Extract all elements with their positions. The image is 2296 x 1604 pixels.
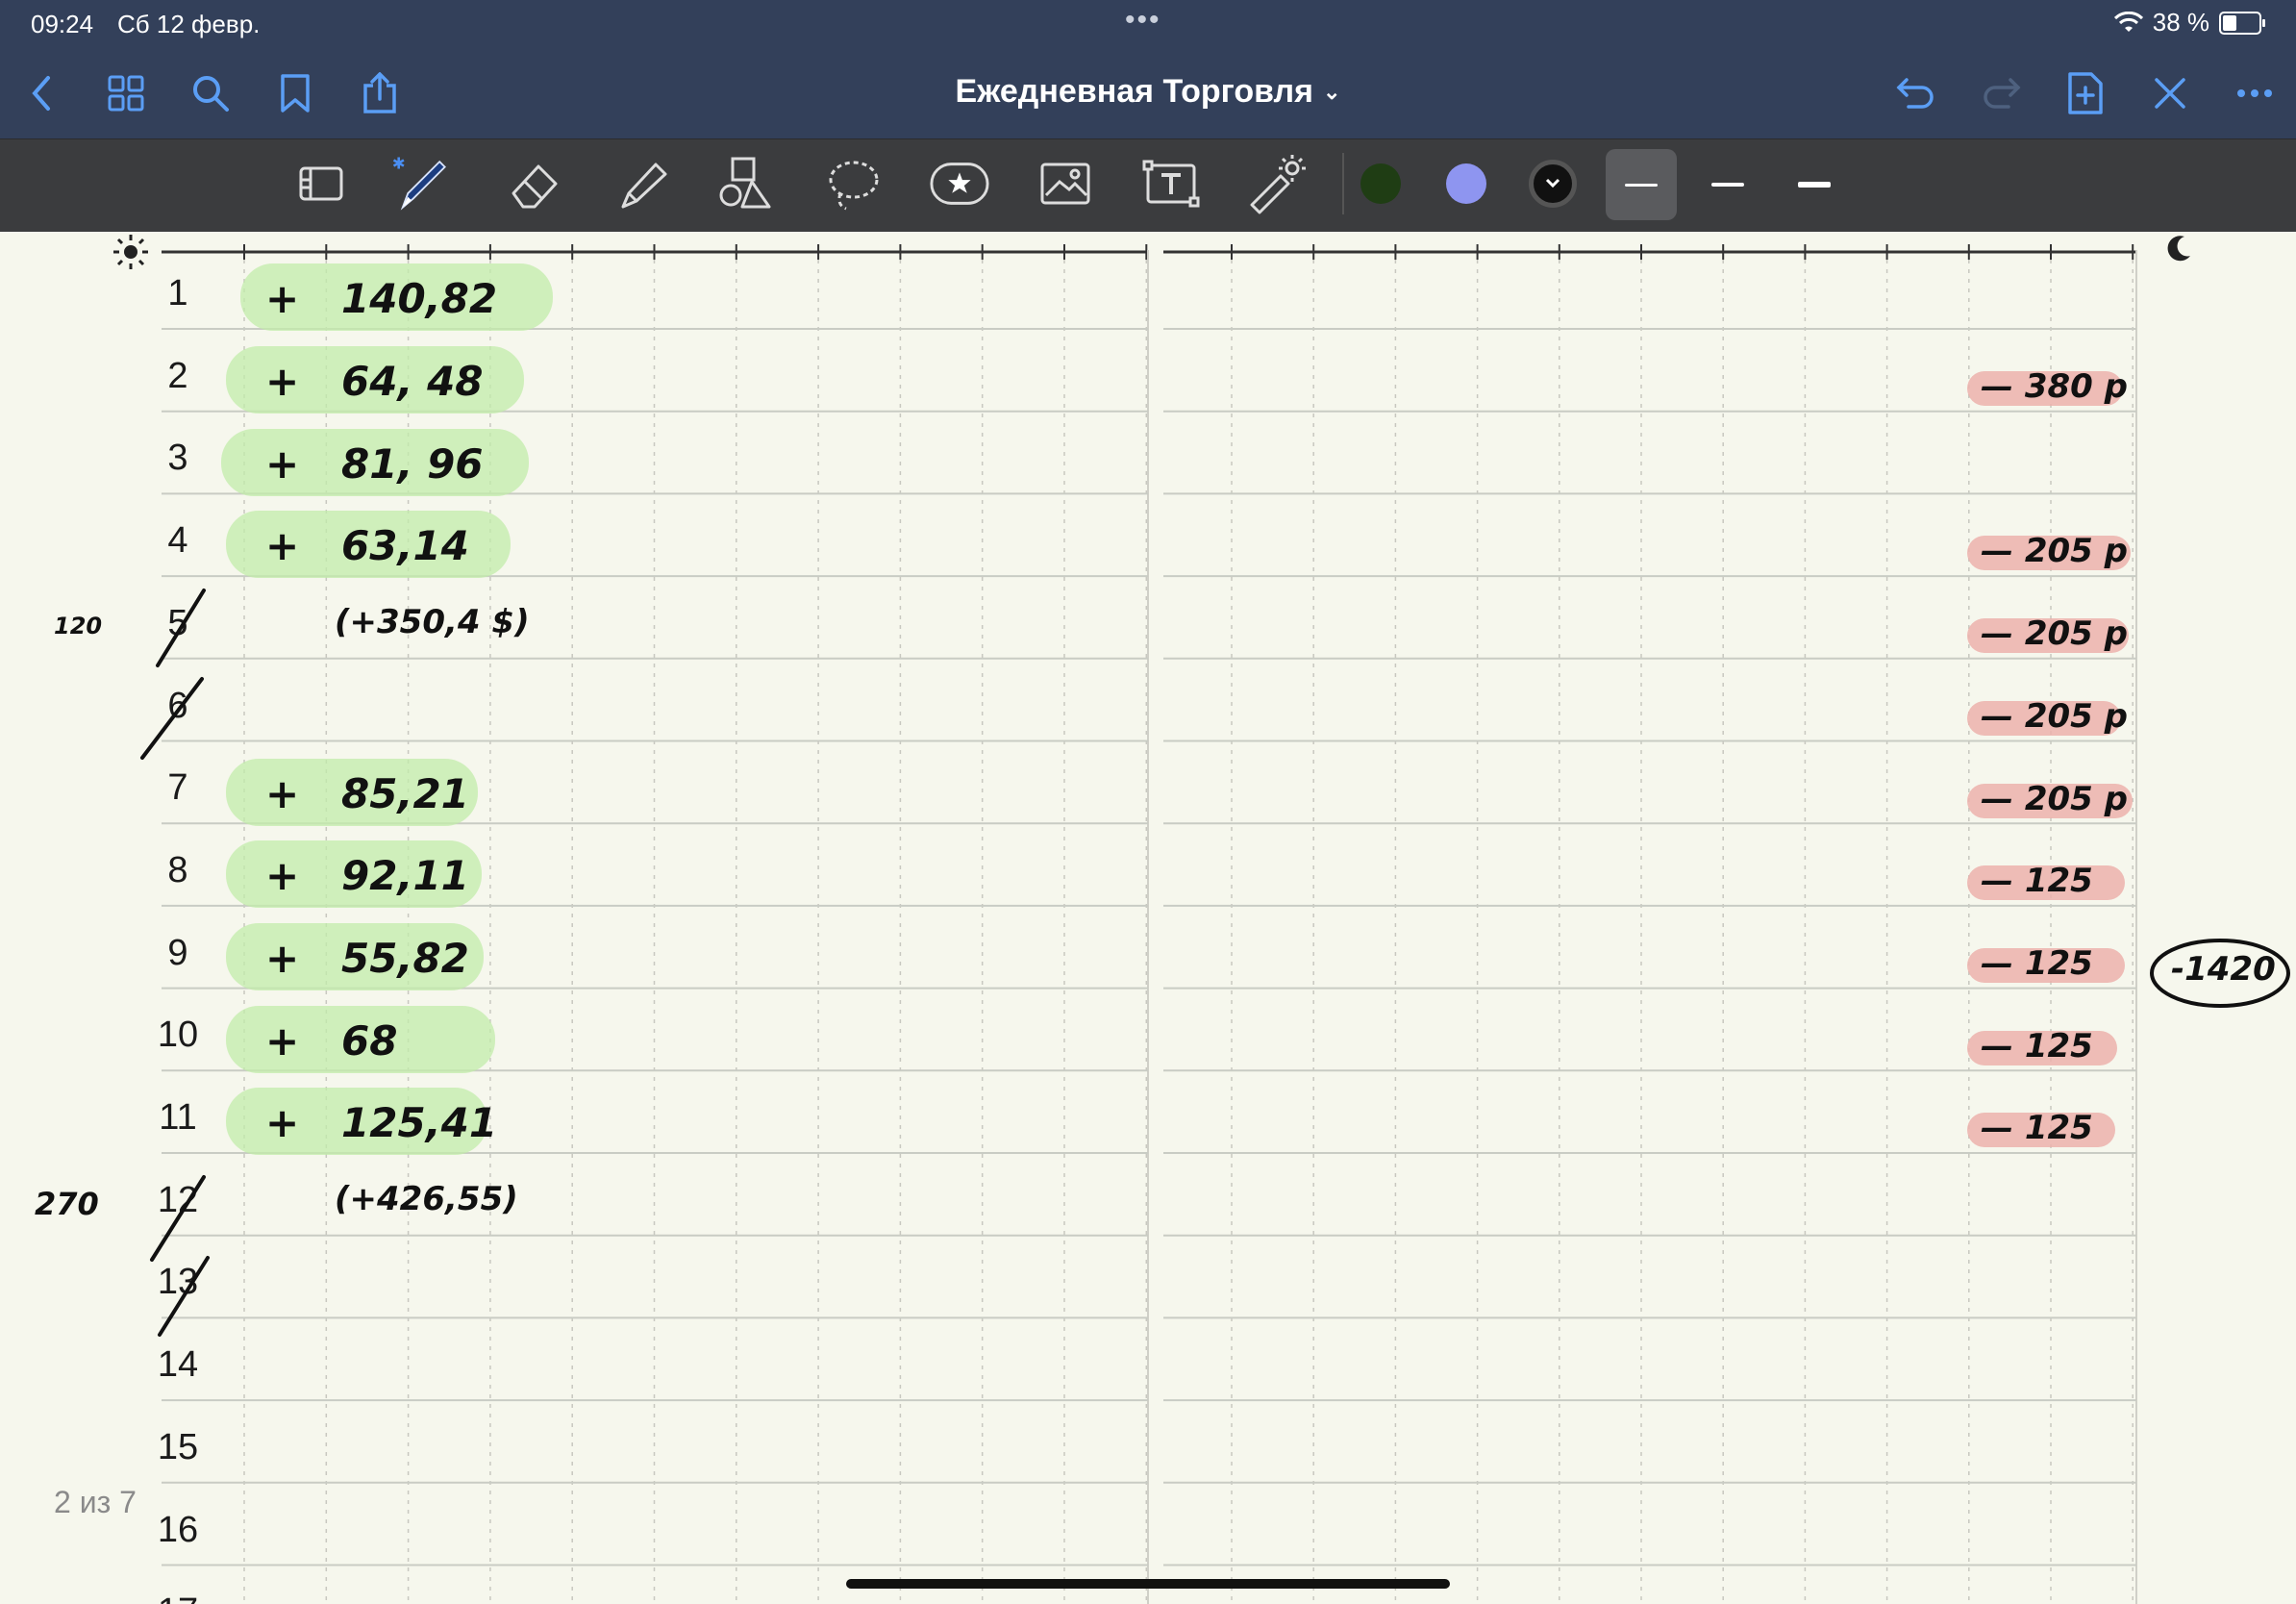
- thickness-thick[interactable]: [1779, 149, 1850, 220]
- text-icon[interactable]: [1140, 153, 1202, 214]
- loss-entry: — 205 р: [1981, 532, 2128, 571]
- strike-row-12: [150, 1175, 206, 1262]
- drawing-toolbar: ✱: [0, 138, 2296, 232]
- row-number: 10: [157, 1015, 199, 1056]
- row-number: 15: [157, 1426, 199, 1467]
- margin-note: 270: [35, 1186, 99, 1222]
- row-number: 2: [167, 355, 188, 396]
- page-indicator: 2 из 7: [54, 1485, 137, 1519]
- moon-icon: [2167, 236, 2190, 262]
- color-swatch-lavender[interactable]: [1446, 163, 1486, 204]
- profit-entry: (+426,55): [335, 1180, 518, 1218]
- close-icon[interactable]: [2146, 69, 2194, 117]
- profit-entry: + 140,82: [265, 275, 498, 323]
- profit-entry: + 55,82: [265, 934, 469, 982]
- status-time: 09:24: [31, 10, 94, 38]
- profit-entry: + 81, 96: [265, 439, 484, 488]
- battery-icon: [2219, 11, 2265, 35]
- loss-entry: — 125: [1981, 1026, 2093, 1065]
- note-canvas[interactable]: 1234567891011121314151617 + 140,82+ 64, …: [0, 231, 2296, 1604]
- row-number: 7: [167, 767, 188, 809]
- row-number: 4: [167, 520, 188, 562]
- laser-pointer-icon[interactable]: [1246, 153, 1308, 214]
- row-number: 9: [167, 932, 188, 973]
- shapes-icon[interactable]: [715, 153, 777, 214]
- thickness-thin-selected[interactable]: [1606, 149, 1677, 220]
- loss-entry: — 125: [1981, 943, 2093, 983]
- loss-entry: — 125: [1981, 1109, 2093, 1148]
- document-nav-bar: Ежедневная Торговля ⌄: [0, 48, 2296, 138]
- profit-entry: + 63,14: [265, 522, 469, 570]
- sun-icon: [113, 235, 148, 269]
- chevron-down-icon: ⌄: [1323, 80, 1341, 104]
- profit-entry: + 85,21: [265, 769, 469, 817]
- row-number: 14: [157, 1344, 199, 1386]
- multitasking-dots-icon[interactable]: •••: [1125, 4, 1161, 37]
- row-number: 16: [157, 1509, 199, 1550]
- loss-entry: — 205 р: [1981, 614, 2128, 654]
- profit-entry: + 64, 48: [265, 358, 484, 405]
- strike-row-13: [158, 1256, 210, 1337]
- document-title-button[interactable]: Ежедневная Торговля ⌄: [0, 73, 2296, 111]
- lasso-icon[interactable]: [823, 153, 885, 214]
- document-title: Ежедневная Торговля: [955, 73, 1313, 110]
- color-swatch-black-selected[interactable]: [1529, 160, 1577, 208]
- redo-icon[interactable]: [1977, 69, 2025, 117]
- profit-entry: + 125,41: [265, 1099, 498, 1147]
- row-number: 1: [167, 273, 188, 313]
- row-number: 11: [159, 1097, 197, 1138]
- strike-row-6: [140, 677, 204, 760]
- status-right: 38 %: [2113, 8, 2265, 38]
- loss-entry: — 205 р: [1981, 779, 2128, 818]
- row-number: 8: [167, 849, 188, 890]
- profit-entry: + 68: [265, 1016, 398, 1065]
- toolbar-divider: [1342, 153, 1344, 214]
- battery-level: [2223, 14, 2236, 31]
- pen-icon[interactable]: ✱: [390, 153, 452, 214]
- thickness-medium[interactable]: [1692, 149, 1763, 220]
- more-icon[interactable]: [2231, 69, 2279, 117]
- wifi-icon: [2113, 11, 2143, 32]
- strike-row-5: [156, 589, 206, 667]
- status-date: Сб 12 февр.: [117, 10, 261, 38]
- loss-entry: — 205 р: [1981, 696, 2128, 736]
- text-selection-icon[interactable]: [290, 153, 352, 214]
- home-indicator[interactable]: [846, 1579, 1450, 1589]
- eraser-icon[interactable]: [504, 153, 565, 214]
- battery-percent: 38 %: [2152, 8, 2209, 37]
- elements-icon[interactable]: [929, 153, 990, 214]
- status-bar: 09:24 Сб 12 февр. ••• 38 %: [0, 0, 2296, 48]
- loss-entry: — 125: [1981, 862, 2093, 901]
- svg-text:✱: ✱: [392, 154, 406, 172]
- row-number: 17: [149, 1591, 207, 1604]
- total-circled-value: -1420: [2171, 950, 2276, 989]
- loss-entry: — 380 р: [1981, 367, 2128, 406]
- profit-entry: + 92,11: [265, 852, 469, 900]
- row-number: 3: [167, 438, 188, 479]
- image-icon[interactable]: [1035, 153, 1096, 214]
- color-swatch-dark-green[interactable]: [1360, 163, 1401, 204]
- profit-entry: (+350,4 $): [335, 603, 530, 642]
- highlighter-icon[interactable]: [611, 153, 673, 214]
- margin-note: 120: [54, 613, 103, 640]
- undo-icon[interactable]: [1892, 69, 1940, 117]
- add-page-icon[interactable]: [2061, 69, 2109, 117]
